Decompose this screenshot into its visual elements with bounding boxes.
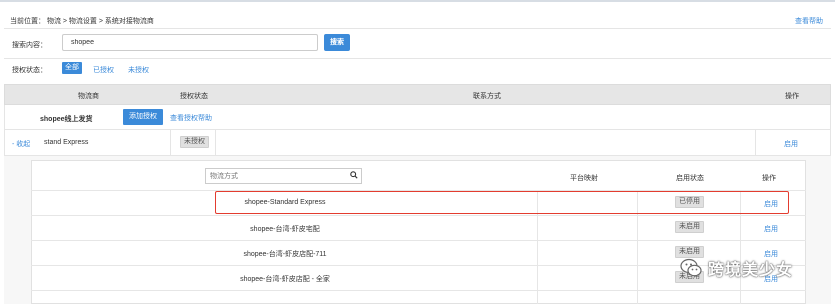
table-header (4, 84, 831, 105)
filter-unauthorized[interactable]: 未授权 (128, 65, 149, 75)
divider (4, 28, 831, 29)
header-action: 操作 (762, 175, 776, 182)
status-badge: 未授权 (180, 136, 209, 148)
search-icon[interactable] (350, 171, 358, 181)
highlight-box (215, 191, 789, 214)
filter-all[interactable]: 全部 (62, 62, 82, 74)
auth-help-link[interactable]: 查看授权帮助 (170, 113, 212, 123)
watermark: 跨境美少女 (680, 256, 793, 280)
provider-name: shopee线上发货 (40, 116, 93, 123)
divider (4, 58, 831, 59)
header-action: 操作 (785, 93, 799, 100)
search-button[interactable]: 搜索 (324, 34, 350, 51)
add-auth-button[interactable]: 添加授权 (123, 109, 163, 125)
search-label: 搜索内容： (12, 42, 47, 49)
watermark-text: 跨境美少女 (708, 262, 794, 279)
column-divider (215, 130, 216, 156)
search-input[interactable] (62, 34, 318, 51)
header-contact: 联系方式 (473, 93, 501, 100)
auth-status-label: 授权状态： (12, 67, 47, 74)
header-platform-mapping: 平台映射 (570, 175, 598, 182)
row-divider (31, 290, 806, 291)
express-row (4, 130, 831, 156)
wechat-icon (680, 258, 702, 277)
enable-link[interactable]: 启用 (784, 139, 798, 149)
method-search-input[interactable] (205, 168, 362, 184)
collapse-link[interactable]: - 收起 (12, 139, 30, 149)
status-badge: 未启用 (675, 221, 704, 233)
top-border (0, 0, 835, 2)
header-provider: 物流商 (78, 93, 99, 100)
column-divider (755, 130, 756, 156)
row-divider (31, 215, 806, 216)
view-help-link[interactable]: 查看帮助 (795, 16, 823, 26)
express-name: stand Express (44, 139, 89, 146)
column-divider (170, 130, 171, 156)
row-divider (31, 240, 806, 241)
method-name: shopee-台湾-虾皮店配 - 全家 (240, 276, 330, 283)
header-auth-status: 授权状态 (180, 93, 208, 100)
method-name: shopee-台湾-虾皮店配-711 (243, 251, 327, 258)
filter-authorized[interactable]: 已授权 (93, 65, 114, 75)
breadcrumb: 当前位置： 物流 > 物流设置 > 系统对接物流商 (10, 18, 154, 25)
enable-link[interactable]: 启用 (764, 224, 778, 234)
method-name: shopee-台湾-虾皮宅配 (250, 226, 320, 233)
header-enable-status: 启用状态 (676, 175, 704, 182)
